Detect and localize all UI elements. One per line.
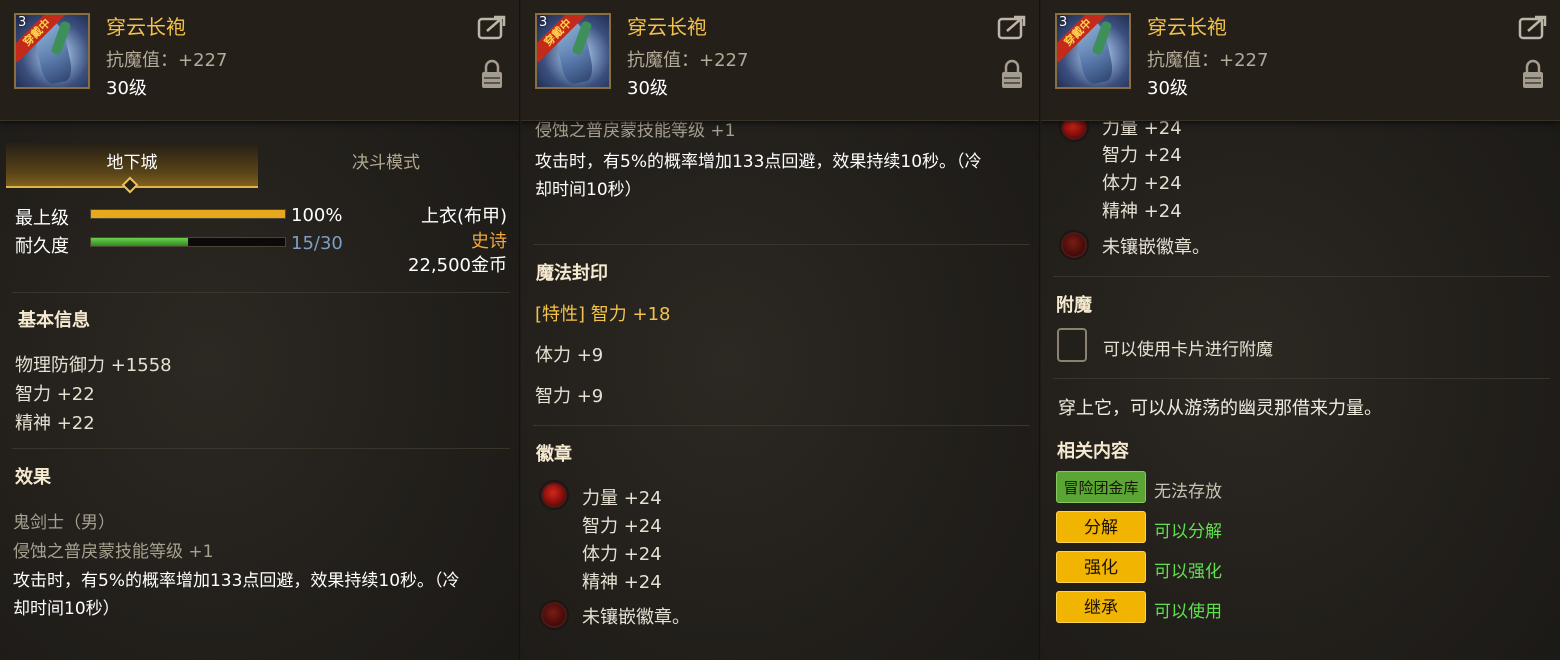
disassemble-status: 可以分解: [1154, 522, 1222, 542]
emblem-stat-strength: 力量 +24: [582, 488, 662, 509]
item-header: 穿戴中 3 穿云长袍 抗魔值：+227 30级: [0, 0, 519, 121]
effect-skill-level: 侵蚀之普戾蒙技能等级 +1: [13, 542, 214, 562]
inherit-button[interactable]: 继承: [1056, 591, 1146, 623]
enchant-card-slot[interactable]: [1057, 328, 1087, 362]
durability-value: 15/30: [291, 233, 343, 254]
seal-stat-intelligence: 智力 +9: [535, 386, 604, 407]
divider: [12, 448, 510, 449]
effect-title: 效果: [15, 467, 51, 488]
seal-stat-vitality: 体力 +9: [535, 345, 604, 366]
adventure-vault-tag[interactable]: 冒险团金库: [1056, 471, 1146, 503]
inherit-status: 可以使用: [1154, 602, 1222, 622]
reinforce-status: 可以强化: [1154, 562, 1222, 582]
effect-description-line2: 却时间10秒）: [535, 180, 642, 200]
durability-bar: [90, 237, 286, 247]
divider: [533, 425, 1030, 426]
disassemble-button[interactable]: 分解: [1056, 511, 1146, 543]
effect-description-line1: 攻击时，有5%的概率增加133点回避，效果持续10秒。（冷: [13, 571, 460, 591]
emblem-empty-text: 未镶嵌徽章。: [582, 607, 690, 628]
mode-tabs: 地下城 决斗模式: [6, 143, 512, 194]
related-content-title: 相关内容: [1057, 441, 1129, 462]
red-emblem-gem-icon[interactable]: [541, 482, 567, 508]
lock-icon[interactable]: [1001, 58, 1023, 90]
emblem-stat-spirit: 精神 +24: [582, 572, 662, 593]
item-name: 穿云长袍: [106, 15, 186, 39]
item-tooltip-panel-3: 穿戴中 3 穿云长袍 抗魔值：+227 30级 力量 +24 智力 +24 体力…: [1041, 0, 1560, 660]
item-magic-resist: 抗魔值：+227: [106, 50, 228, 71]
tab-duel-mode[interactable]: 决斗模式: [260, 143, 512, 186]
max-level-value: 100%: [291, 205, 343, 226]
basic-info-title: 基本信息: [18, 310, 90, 331]
divider: [533, 244, 1030, 245]
item-header: 穿戴中 3 穿云长袍 抗魔值：+227 30级: [521, 0, 1039, 121]
flavor-text: 穿上它，可以从游荡的幽灵那借来力量。: [1058, 398, 1382, 419]
item-header: 穿戴中 3 穿云长袍 抗魔值：+227 30级: [1041, 0, 1560, 121]
share-icon[interactable]: [1518, 14, 1548, 40]
stat-intelligence: 智力 +22: [15, 384, 95, 405]
item-level: 30级: [106, 78, 147, 99]
seal-trait-intelligence: [特性] 智力 +18: [535, 304, 671, 325]
item-quantity: 3: [539, 15, 548, 30]
empty-emblem-slot-icon[interactable]: [541, 602, 567, 628]
item-level: 30级: [627, 78, 668, 99]
item-quantity: 3: [1059, 15, 1068, 30]
item-quantity: 3: [18, 15, 27, 30]
slot-type: 上衣(布甲): [420, 206, 507, 227]
stat-physical-defense: 物理防御力 +1558: [15, 355, 172, 376]
item-tooltip-panel-2: 穿戴中 3 穿云长袍 抗魔值：+227 30级 侵蚀之普戾蒙技能等级 +1 攻击…: [521, 0, 1040, 660]
emblem-title: 徽章: [536, 444, 572, 465]
durability-label: 耐久度: [15, 236, 69, 257]
empty-emblem-slot-icon[interactable]: [1061, 232, 1087, 258]
enchant-title: 附魔: [1056, 295, 1092, 316]
reinforce-button[interactable]: 强化: [1056, 551, 1146, 583]
max-level-label: 最上级: [15, 208, 69, 229]
item-name: 穿云长袍: [627, 15, 707, 39]
sell-price: 22,500金币: [408, 255, 507, 276]
divider: [12, 292, 510, 293]
divider: [1053, 276, 1550, 277]
emblem-stat-vitality: 体力 +24: [1102, 173, 1182, 194]
lock-icon[interactable]: [481, 58, 503, 90]
divider: [1053, 378, 1550, 379]
magic-seal-title: 魔法封印: [536, 263, 608, 284]
item-tooltip-panel-1: 穿戴中 3 穿云长袍 抗魔值：+227 30级 地下城 决斗模式 最上级 100…: [0, 0, 520, 660]
effect-description-line1: 攻击时，有5%的概率增加133点回避，效果持续10秒。（冷: [535, 152, 982, 172]
share-icon[interactable]: [997, 14, 1027, 40]
emblem-stat-intelligence: 智力 +24: [1102, 145, 1182, 166]
emblem-stat-spirit: 精神 +24: [1102, 201, 1182, 222]
robe-item-icon[interactable]: 穿戴中 3: [1055, 13, 1131, 89]
item-magic-resist: 抗魔值：+227: [627, 50, 749, 71]
adventure-vault-status: 无法存放: [1154, 482, 1222, 502]
share-icon[interactable]: [477, 14, 507, 40]
emblem-stat-vitality: 体力 +24: [582, 544, 662, 565]
effect-class-requirement: 鬼剑士（男）: [13, 513, 115, 533]
rarity-epic: 史诗: [471, 231, 507, 252]
robe-item-icon[interactable]: 穿戴中 3: [14, 13, 90, 89]
robe-item-icon[interactable]: 穿戴中 3: [535, 13, 611, 89]
lock-icon[interactable]: [1522, 58, 1544, 90]
effect-description-line2: 却时间10秒）: [13, 599, 120, 619]
item-level: 30级: [1147, 78, 1188, 99]
emblem-empty-text: 未镶嵌徽章。: [1102, 237, 1210, 258]
stat-spirit: 精神 +22: [15, 413, 95, 434]
enchant-description: 可以使用卡片进行附魔: [1103, 340, 1273, 360]
max-level-bar: [90, 209, 286, 219]
item-magic-resist: 抗魔值：+227: [1147, 50, 1269, 71]
emblem-stat-intelligence: 智力 +24: [582, 516, 662, 537]
item-name: 穿云长袍: [1147, 15, 1227, 39]
